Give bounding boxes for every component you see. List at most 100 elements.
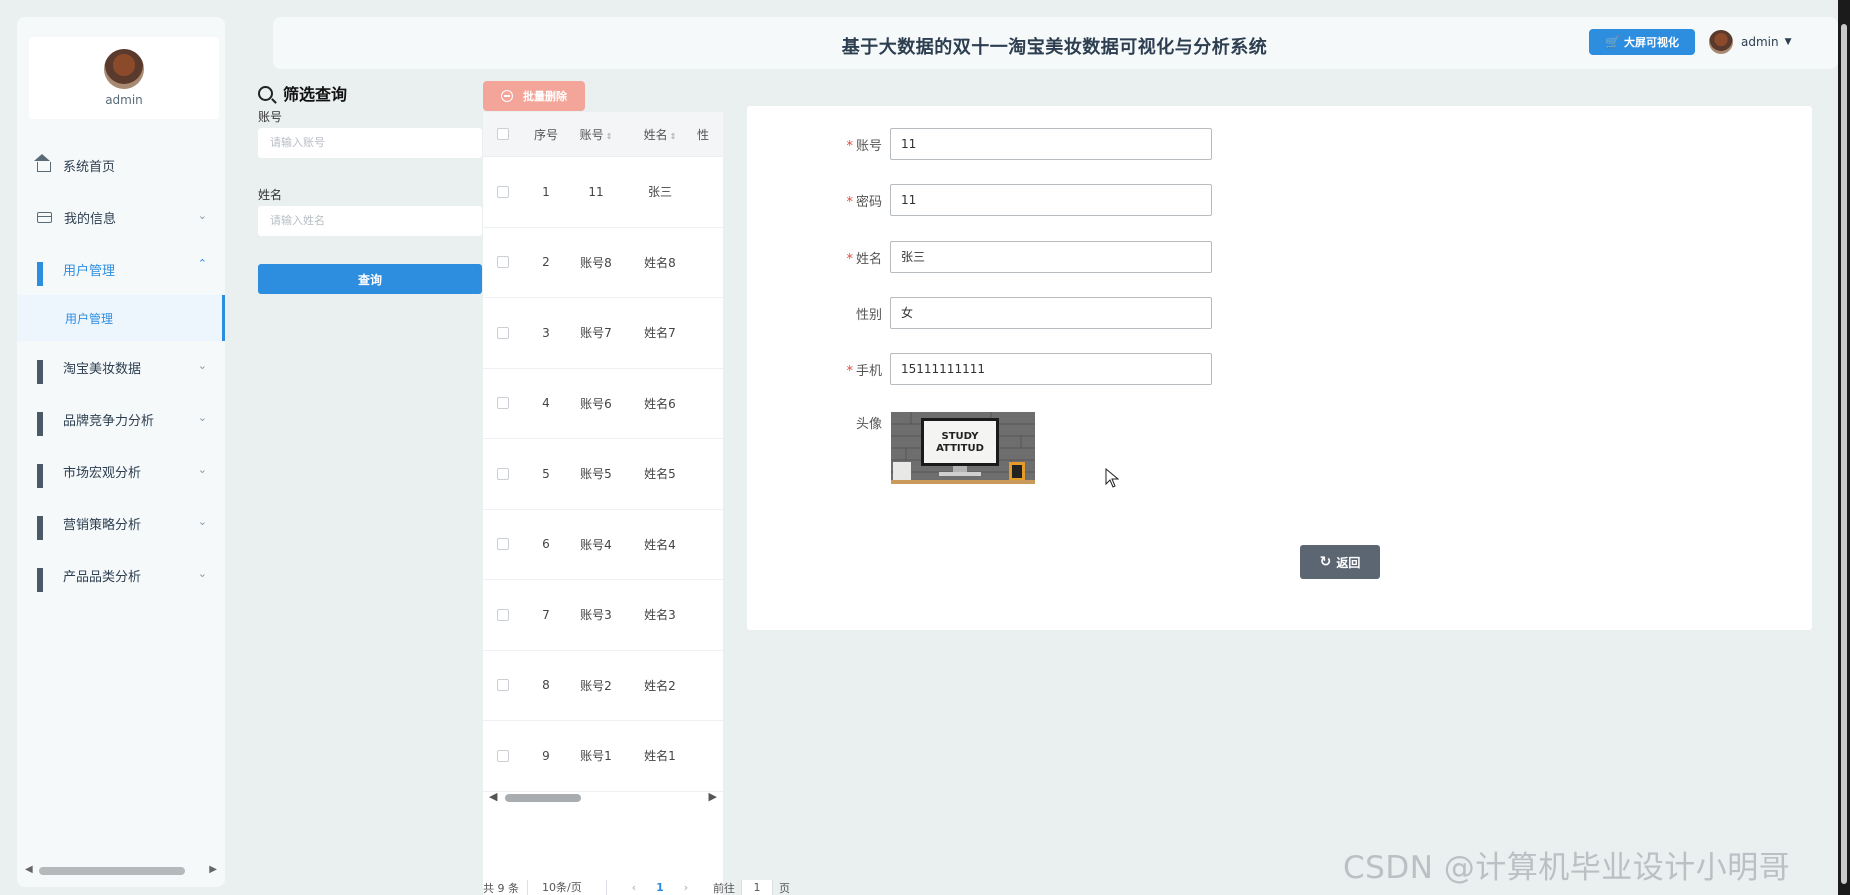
prev-page-icon[interactable]: ‹	[621, 881, 647, 894]
next-page-icon[interactable]: ›	[673, 881, 699, 894]
account-search-input[interactable]: 请输入账号	[258, 128, 482, 158]
cell-name: 张三	[647, 185, 672, 200]
col-seq: 序号	[533, 127, 558, 142]
sort-icon[interactable]: ⇕	[670, 132, 677, 141]
row-checkbox[interactable]	[497, 608, 509, 621]
filter-title-label: 筛选查询	[283, 85, 348, 104]
home-icon	[34, 154, 51, 172]
batch-delete-button[interactable]: 批量删除	[483, 81, 585, 111]
page-size-select[interactable]: 10条/页	[527, 880, 607, 895]
col-account[interactable]: 账号 ⇕	[569, 126, 623, 143]
sidebar-item-label: 我的信息	[64, 211, 117, 227]
sidebar-profile[interactable]: admin	[29, 37, 219, 119]
required-mark: *	[846, 138, 853, 154]
chevron-down-icon: ⌄	[197, 359, 207, 372]
user-menu[interactable]: admin ▼	[1709, 30, 1792, 54]
field-label: * 账号	[807, 135, 890, 154]
goto-label: 前往	[713, 881, 735, 895]
sidebar-item-taobao-data[interactable]: 淘宝美妆数据 ⌄	[17, 341, 225, 393]
row-checkbox[interactable]	[497, 256, 509, 269]
field-label: 性别	[807, 304, 890, 323]
cell-seq: 1	[542, 184, 550, 199]
table-row[interactable]: 1 11 张三	[483, 157, 723, 228]
cell-name: 姓名6	[644, 396, 676, 411]
form-field-input[interactable]: 张三	[890, 241, 1212, 273]
header-username: admin	[1741, 35, 1779, 49]
grid-icon	[37, 568, 51, 592]
sidebar-horizontal-scrollbar[interactable]: ◀ ▶	[25, 863, 217, 877]
scroll-left-icon[interactable]: ◀	[25, 864, 33, 875]
sidebar-subitem-user-management[interactable]: 用户管理	[17, 295, 225, 341]
sidebar-item-user-management[interactable]: 用户管理 ⌃	[17, 243, 225, 295]
chevron-up-icon: ⌃	[197, 257, 207, 270]
form-field-input[interactable]: 女	[890, 297, 1212, 329]
cell-account: 账号5	[580, 467, 612, 482]
sort-icon[interactable]: ⇕	[606, 132, 613, 141]
row-checkbox[interactable]	[497, 467, 509, 480]
batch-delete-label: 批量删除	[523, 90, 567, 103]
scroll-right-icon[interactable]: ▶	[709, 790, 717, 803]
table-row[interactable]: 4 账号6 姓名6	[483, 369, 723, 439]
name-search-input[interactable]: 请输入姓名	[258, 206, 482, 236]
row-checkbox[interactable]	[497, 185, 509, 198]
pagination: 共 9 条 10条/页 ‹ 1 › 前往 1 页	[483, 880, 790, 895]
sidebar-item-label: 产品品类分析	[63, 569, 142, 585]
avatar[interactable]	[104, 49, 144, 89]
table-row[interactable]: 7 账号3 姓名3	[483, 580, 723, 651]
col-account-label: 账号	[579, 127, 604, 142]
form-field-input[interactable]: 11	[890, 128, 1212, 160]
table-row[interactable]: 9 账号1 姓名1	[483, 721, 723, 792]
avatar-row: 头像	[807, 406, 890, 438]
sidebar-item-home[interactable]: 系统首页	[17, 139, 225, 191]
field-label: * 姓名	[807, 248, 890, 267]
field-label: * 手机	[807, 360, 890, 379]
form-field-input[interactable]: 11	[890, 184, 1212, 216]
cell-name: 姓名8	[644, 255, 676, 270]
form-row: 性别女	[807, 297, 1212, 329]
vertical-scrollbar[interactable]	[1838, 0, 1850, 895]
scrollbar-thumb[interactable]	[39, 867, 185, 875]
back-button[interactable]: ↻ 返回	[1300, 545, 1380, 579]
form-field-input[interactable]: 15111111111	[890, 353, 1212, 385]
table-row[interactable]: 2 账号8 姓名8	[483, 228, 723, 298]
sidebar-item-brand-analysis[interactable]: 品牌竞争力分析 ⌄	[17, 393, 225, 445]
cell-account: 11	[588, 184, 604, 199]
scroll-left-icon[interactable]: ◀	[489, 790, 497, 803]
table-row[interactable]: 8 账号2 姓名2	[483, 651, 723, 721]
cell-seq: 7	[542, 607, 550, 622]
sidebar-item-marketing-analysis[interactable]: 营销策略分析 ⌄	[17, 497, 225, 549]
page-number[interactable]: 1	[647, 881, 673, 894]
table-horizontal-scrollbar[interactable]: ◀ ▶	[483, 790, 723, 806]
row-checkbox[interactable]	[497, 326, 509, 339]
sidebar-item-label: 市场宏观分析	[63, 465, 142, 481]
sidebar-item-label: 系统首页	[63, 159, 116, 175]
scroll-right-icon[interactable]: ▶	[209, 864, 217, 875]
field-label-text: 账号	[855, 138, 882, 154]
col-gender: 性	[697, 127, 710, 142]
top-header: 基于大数据的双十一淘宝美妆数据可视化与分析系统 🛒 大屏可视化 admin ▼	[273, 17, 1838, 69]
scrollbar-thumb[interactable]	[1841, 24, 1847, 884]
query-button[interactable]: 查询	[258, 264, 482, 294]
search-icon	[258, 85, 273, 101]
row-checkbox[interactable]	[497, 679, 509, 692]
table-row[interactable]: 5 账号5 姓名5	[483, 439, 723, 510]
avatar-image[interactable]: STUDY ATTITUD	[891, 412, 1035, 484]
goto-page-input[interactable]: 1	[741, 880, 773, 895]
grid-icon	[37, 262, 51, 286]
detail-form: * 账号 11 * 密码 11 * 姓名 张三 性别女 * 手机 15111111111 头像 STUD…	[747, 106, 1812, 630]
sidebar-item-category-analysis[interactable]: 产品品类分析 ⌄	[17, 549, 225, 601]
sidebar-item-my-info[interactable]: 我的信息 ⌄	[17, 191, 225, 243]
scrollbar-thumb[interactable]	[505, 794, 581, 802]
table-row[interactable]: 3 账号7 姓名7	[483, 298, 723, 369]
chevron-down-icon: ⌄	[197, 209, 207, 222]
sidebar-item-market-analysis[interactable]: 市场宏观分析 ⌄	[17, 445, 225, 497]
row-checkbox[interactable]	[497, 397, 509, 410]
big-screen-button[interactable]: 🛒 大屏可视化	[1589, 29, 1695, 55]
form-row: * 密码 11	[807, 184, 1212, 216]
col-name[interactable]: 姓名 ⇕	[623, 126, 697, 143]
chevron-down-icon: ⌄	[197, 411, 207, 424]
select-all-checkbox[interactable]	[497, 128, 509, 140]
row-checkbox[interactable]	[497, 749, 509, 762]
row-checkbox[interactable]	[497, 538, 509, 551]
table-row[interactable]: 6 账号4 姓名4	[483, 510, 723, 580]
